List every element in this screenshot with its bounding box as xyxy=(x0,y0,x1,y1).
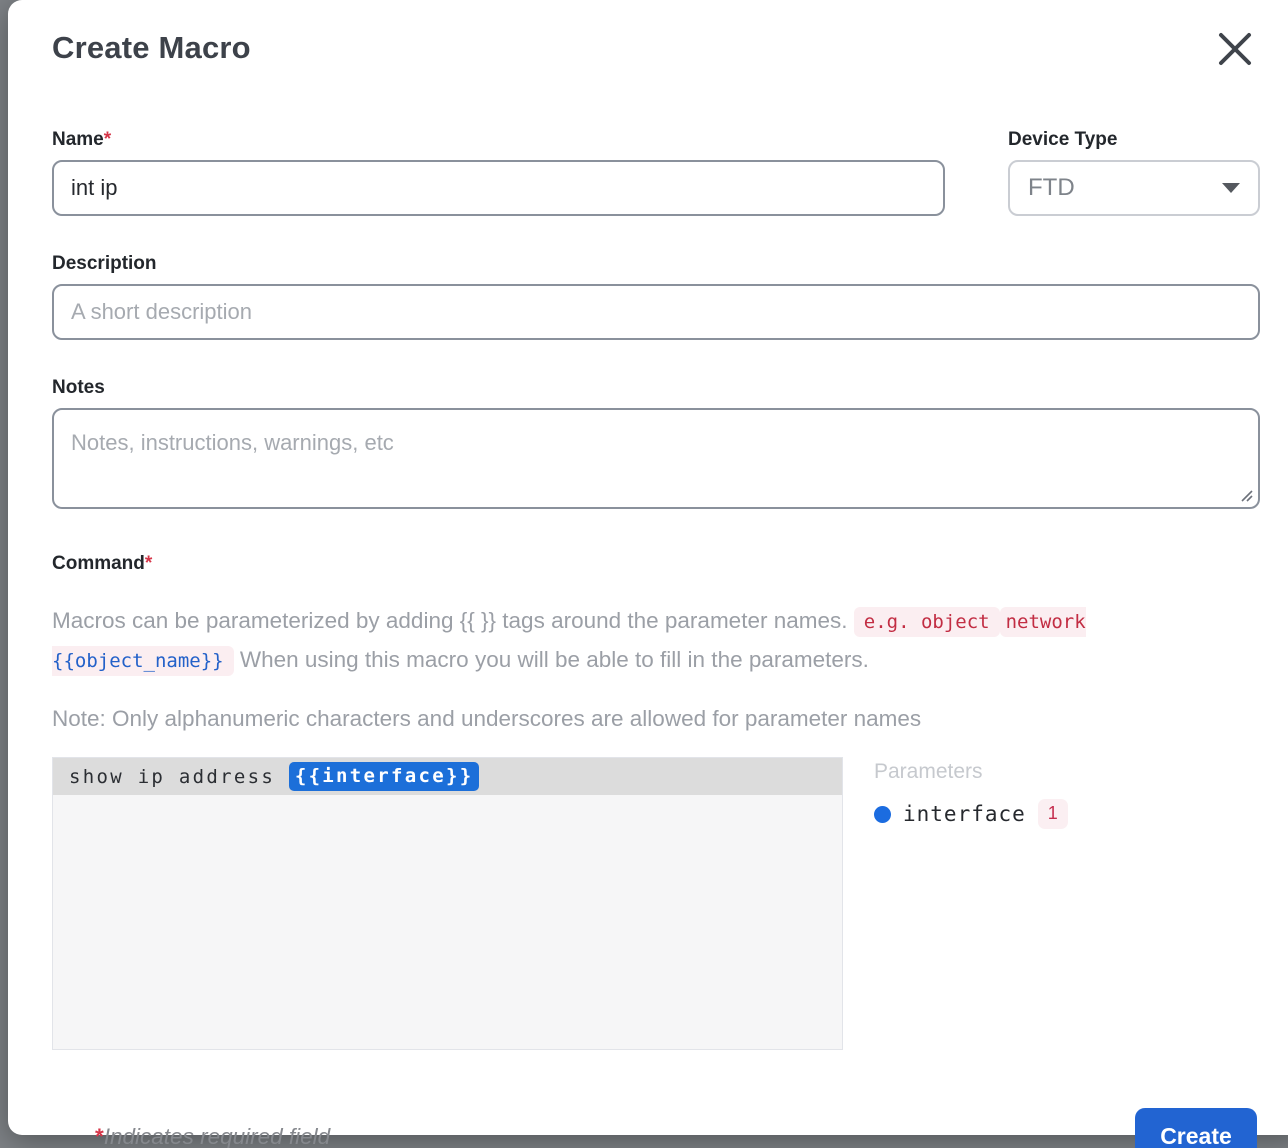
required-asterisk: * xyxy=(145,553,152,574)
command-label: Command* xyxy=(52,553,1260,575)
chevron-down-icon xyxy=(1222,183,1240,193)
example-code-snippet: e.g. object xyxy=(854,607,1000,637)
required-asterisk: * xyxy=(104,129,111,150)
device-type-value: FTD xyxy=(1028,174,1075,202)
create-macro-dialog: Create Macro Name* Device Type FTD Descr… xyxy=(8,0,1288,1135)
notes-textarea[interactable] xyxy=(52,408,1260,509)
name-label: Name* xyxy=(52,129,945,151)
description-input[interactable] xyxy=(52,284,1260,340)
create-button[interactable]: Create xyxy=(1135,1108,1257,1148)
dialog-title: Create Macro xyxy=(52,30,251,66)
command-editor[interactable]: show ip address {{interface}} xyxy=(52,757,843,1050)
name-input[interactable] xyxy=(52,160,945,216)
parameter-count-badge: 1 xyxy=(1038,799,1068,829)
command-editor-line: show ip address {{interface}} xyxy=(53,758,842,795)
close-button[interactable] xyxy=(1212,26,1258,75)
parameters-title: Parameters xyxy=(874,760,1068,784)
dialog-header: Create Macro xyxy=(52,30,1260,75)
parameters-panel: Parameters interface 1 xyxy=(874,757,1068,1050)
parameter-name: interface xyxy=(903,802,1026,826)
notes-label: Notes xyxy=(52,377,1260,399)
parameter-dot-icon xyxy=(874,806,891,823)
device-type-select[interactable]: FTD xyxy=(1008,160,1260,216)
device-type-label: Device Type xyxy=(1008,129,1260,151)
parameter-token: {{interface}} xyxy=(289,762,480,791)
parameter-list-item: interface 1 xyxy=(874,799,1068,829)
required-asterisk: * xyxy=(95,1124,104,1148)
description-label: Description xyxy=(52,253,1260,275)
command-help-text: Macros can be parameterized by adding {{… xyxy=(52,602,1260,680)
command-note-text: Note: Only alphanumeric characters and u… xyxy=(52,706,1260,732)
required-field-note: *Indicates required field xyxy=(95,1124,330,1148)
close-icon xyxy=(1214,58,1256,73)
